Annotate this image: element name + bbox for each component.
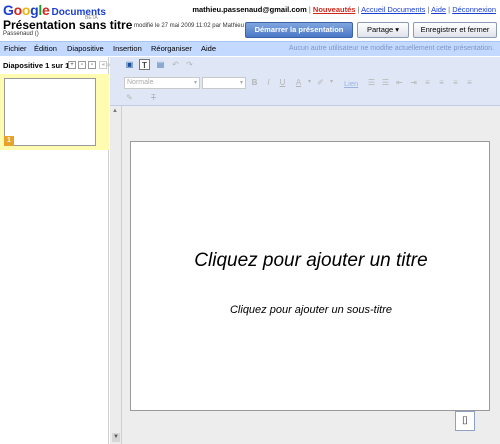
docs-home-link[interactable]: Accueil Documents xyxy=(361,5,425,14)
top-bar: Google Documents BETA mathieu.passenaud@g… xyxy=(0,0,500,40)
italic-icon[interactable]: I xyxy=(263,77,274,88)
numbered-list-icon[interactable]: ☰ xyxy=(366,77,377,88)
link-button[interactable]: Lien xyxy=(344,79,358,88)
modified-info-cont: Passenaud () xyxy=(3,31,39,37)
clear-formatting-icon[interactable]: T xyxy=(148,92,159,103)
logout-link[interactable]: Déconnexion xyxy=(452,5,496,14)
slide-title-placeholder[interactable]: Cliquez pour ajouter un titre xyxy=(131,250,491,272)
bulleted-list-icon[interactable]: ☰ xyxy=(380,77,391,88)
align-right-icon[interactable]: ≡ xyxy=(450,77,461,88)
text-box-icon[interactable]: T xyxy=(139,59,150,70)
highlight-dropdown-icon[interactable]: ▾ xyxy=(326,77,337,88)
slide-panel: Diapositive 1 sur 1 + ▫ ▫ ◂ 1 xyxy=(0,57,109,444)
nav-next-icon[interactable]: » xyxy=(103,59,114,70)
share-button[interactable]: Partage ▾ xyxy=(357,22,409,38)
menu-bar: Fichier Édition Diapositive Insertion Ré… xyxy=(0,41,500,56)
google-docs-logo[interactable]: Google Documents BETA xyxy=(3,2,106,21)
document-title[interactable]: Présentation sans titre xyxy=(3,18,132,32)
underline-icon[interactable]: U xyxy=(277,77,288,88)
align-center-icon[interactable]: ≡ xyxy=(436,77,447,88)
format-toolbar: Normale ▾ ▾ B I U A ▾ ✐ ▾ Lien ☰ ☰ ⇤ ⇥ ≡ … xyxy=(110,72,500,106)
google-logo-text: Google xyxy=(3,2,50,18)
save-icon[interactable]: ▣ xyxy=(124,59,135,70)
scroll-down-icon[interactable]: ▼ xyxy=(112,433,120,442)
vertical-scrollbar[interactable]: ▲ ▼ xyxy=(110,106,122,444)
text-color-dropdown-icon[interactable]: ▾ xyxy=(304,77,315,88)
user-links: mathieu.passenaud@gmail.com | Nouveautés… xyxy=(192,5,496,14)
menu-insert[interactable]: Insertion xyxy=(113,44,142,53)
delete-slide-icon[interactable]: ▫ xyxy=(88,61,96,69)
slide-editor[interactable]: Cliquez pour ajouter un titre Cliquez po… xyxy=(130,141,490,411)
new-features-link[interactable]: Nouveautés xyxy=(313,5,356,14)
start-presentation-button[interactable]: Démarrer la présentation xyxy=(245,22,353,38)
align-justify-icon[interactable]: ≡ xyxy=(464,77,475,88)
slide-number-badge: 1 xyxy=(4,136,14,146)
toolbar-top: » ▣ T ▤ ↶ ↷ xyxy=(106,57,500,72)
menu-arrange[interactable]: Réorganiser xyxy=(151,44,192,53)
help-link[interactable]: Aide xyxy=(431,5,446,14)
paragraph-style-select[interactable]: Normale ▾ xyxy=(124,77,200,89)
slide-count: Diapositive 1 sur 1 xyxy=(3,61,70,70)
align-left-icon[interactable]: ≡ xyxy=(422,77,433,88)
scroll-up-icon[interactable]: ▲ xyxy=(112,108,118,114)
slide-thumbnail-row[interactable]: 1 xyxy=(0,74,109,150)
slide-thumbnail[interactable] xyxy=(4,78,96,146)
decrease-indent-icon[interactable]: ⇤ xyxy=(394,77,405,88)
user-email: mathieu.passenaud@gmail.com xyxy=(192,5,307,14)
menu-file[interactable]: Fichier xyxy=(4,44,27,53)
highlight-color-icon[interactable]: ✐ xyxy=(315,77,326,88)
redo-icon[interactable]: ↷ xyxy=(184,59,195,70)
menu-help[interactable]: Aide xyxy=(201,44,216,53)
speaker-notes-icon[interactable]: ⌷ xyxy=(455,411,475,431)
more-formatting-icon[interactable]: ✎ xyxy=(124,92,135,103)
undo-icon[interactable]: ↶ xyxy=(170,59,181,70)
increase-indent-icon[interactable]: ⇥ xyxy=(408,77,419,88)
insert-image-icon[interactable]: ▤ xyxy=(155,59,166,70)
modified-info: modifié le 27 mai 2009 11:02 par Mathieu xyxy=(134,23,244,29)
font-size-select[interactable]: ▾ xyxy=(202,77,246,89)
text-color-icon[interactable]: A xyxy=(293,77,304,88)
duplicate-slide-icon[interactable]: ▫ xyxy=(78,61,86,69)
slide-subtitle-placeholder[interactable]: Cliquez pour ajouter un sous-titre xyxy=(131,304,491,316)
collaboration-notice: Aucun autre utilisateur ne modifie actue… xyxy=(288,45,494,52)
save-and-close-button[interactable]: Enregistrer et fermer xyxy=(413,22,497,38)
bold-icon[interactable]: B xyxy=(249,77,260,88)
new-slide-icon[interactable]: + xyxy=(68,61,76,69)
menu-slide[interactable]: Diapositive xyxy=(67,44,104,53)
menu-edit[interactable]: Édition xyxy=(34,44,57,53)
